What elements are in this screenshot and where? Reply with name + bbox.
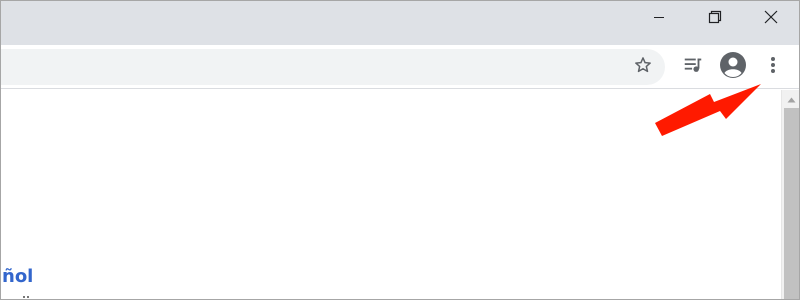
language-link-subtext: [23, 296, 29, 299]
minimize-icon: [653, 10, 665, 28]
close-icon: [764, 10, 778, 29]
restore-button[interactable]: [687, 1, 743, 37]
page-content: ñol: [1, 90, 781, 299]
media-queue-icon: [682, 54, 704, 81]
caret-up-icon: [787, 90, 796, 108]
scroll-up-button[interactable]: [782, 90, 799, 108]
bookmark-button[interactable]: [629, 53, 657, 81]
kebab-menu-icon: [770, 55, 776, 80]
profile-button[interactable]: [717, 51, 749, 83]
account-circle-icon: [719, 51, 747, 84]
title-bar: [1, 1, 799, 45]
customize-menu-button[interactable]: [757, 51, 789, 83]
browser-toolbar: [1, 45, 799, 89]
vertical-scrollbar[interactable]: [781, 90, 799, 299]
media-controls-button[interactable]: [677, 51, 709, 83]
close-button[interactable]: [743, 1, 799, 37]
star-icon: [633, 55, 653, 80]
browser-window: ñol: [0, 0, 800, 300]
scroll-thumb[interactable]: [784, 108, 799, 299]
language-link-espanol[interactable]: ñol: [2, 266, 33, 287]
minimize-button[interactable]: [631, 1, 687, 37]
restore-icon: [708, 10, 722, 29]
address-bar[interactable]: [1, 49, 665, 85]
